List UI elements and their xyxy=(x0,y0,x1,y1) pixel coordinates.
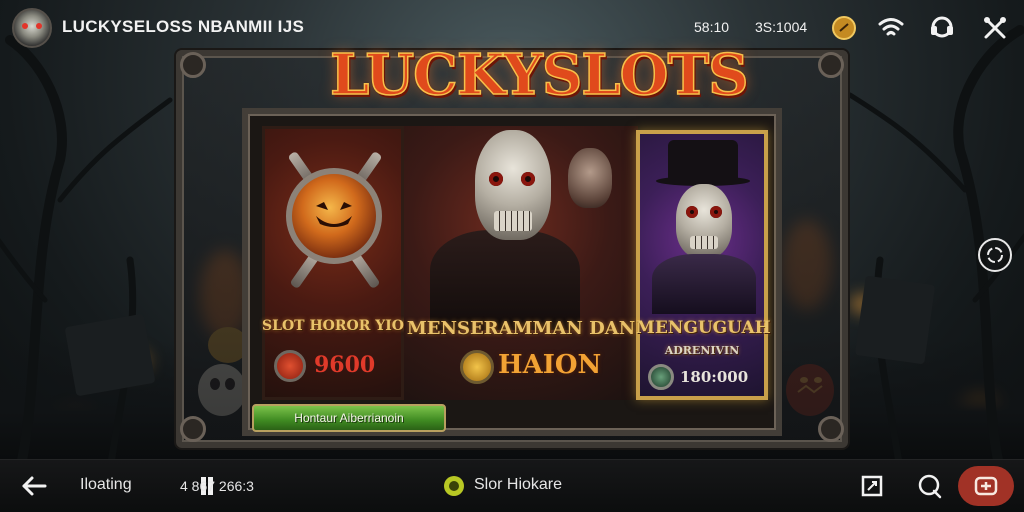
slot-coin-icon xyxy=(440,472,468,500)
zombie-body xyxy=(430,230,580,330)
slot-label[interactable]: Slor Hiokare xyxy=(474,476,562,494)
gamepad-icon xyxy=(973,475,999,497)
coin-icon xyxy=(648,364,674,390)
wifi-icon[interactable] xyxy=(877,14,905,42)
card-title-line1: MENGUGUAH xyxy=(636,318,771,338)
game-logo: LUCKYSLOTS xyxy=(329,41,749,109)
card-value: 9600 xyxy=(314,352,376,378)
zombie-skull xyxy=(475,130,551,240)
coin-icon[interactable] xyxy=(830,14,858,42)
zombie-body xyxy=(652,254,756,314)
loading-label: Iloating xyxy=(80,476,132,493)
top-hat xyxy=(668,140,738,180)
frame-corner-br xyxy=(818,416,844,442)
companion-figure xyxy=(568,148,612,208)
bottom-nav-bar: Iloating 4 867 266:3 Slor Hiokare xyxy=(0,459,1024,512)
status-counter: 3S:1004 xyxy=(755,19,808,35)
status-time: 58:10 xyxy=(694,19,730,35)
headset-icon[interactable] xyxy=(928,14,956,42)
gamepad-button[interactable] xyxy=(958,466,1014,506)
card-title-line2: ADRENIVIN xyxy=(664,344,740,357)
skull-avatar-icon[interactable] xyxy=(12,8,52,48)
frame-corner-bl xyxy=(180,416,206,442)
card-title: MENSERAMMAN DAN xyxy=(406,318,636,339)
card-value: HAION xyxy=(498,350,602,380)
card-title: SLOT HOROR YION xyxy=(262,318,417,334)
jack-o-lantern-icon xyxy=(286,168,382,264)
tools-icon[interactable] xyxy=(981,14,1009,42)
zombie-skull xyxy=(676,184,732,258)
coin-icon xyxy=(274,350,306,382)
back-arrow-icon[interactable] xyxy=(20,472,48,500)
adrenaline-button[interactable]: Hontaur Aiberrianoin xyxy=(252,404,446,432)
frame-corner-tr xyxy=(818,52,844,78)
balance-display: 4 867 266:3 xyxy=(180,478,254,494)
card-value: 180:000 xyxy=(680,368,749,386)
frame-icon[interactable] xyxy=(858,472,886,500)
frame-corner-tl xyxy=(180,52,206,78)
chat-icon[interactable] xyxy=(916,472,944,500)
coin-icon xyxy=(460,350,494,384)
rotate-icon[interactable] xyxy=(978,238,1012,272)
app-title: LUCKYSELOSS NBANMII IJS xyxy=(62,17,305,36)
